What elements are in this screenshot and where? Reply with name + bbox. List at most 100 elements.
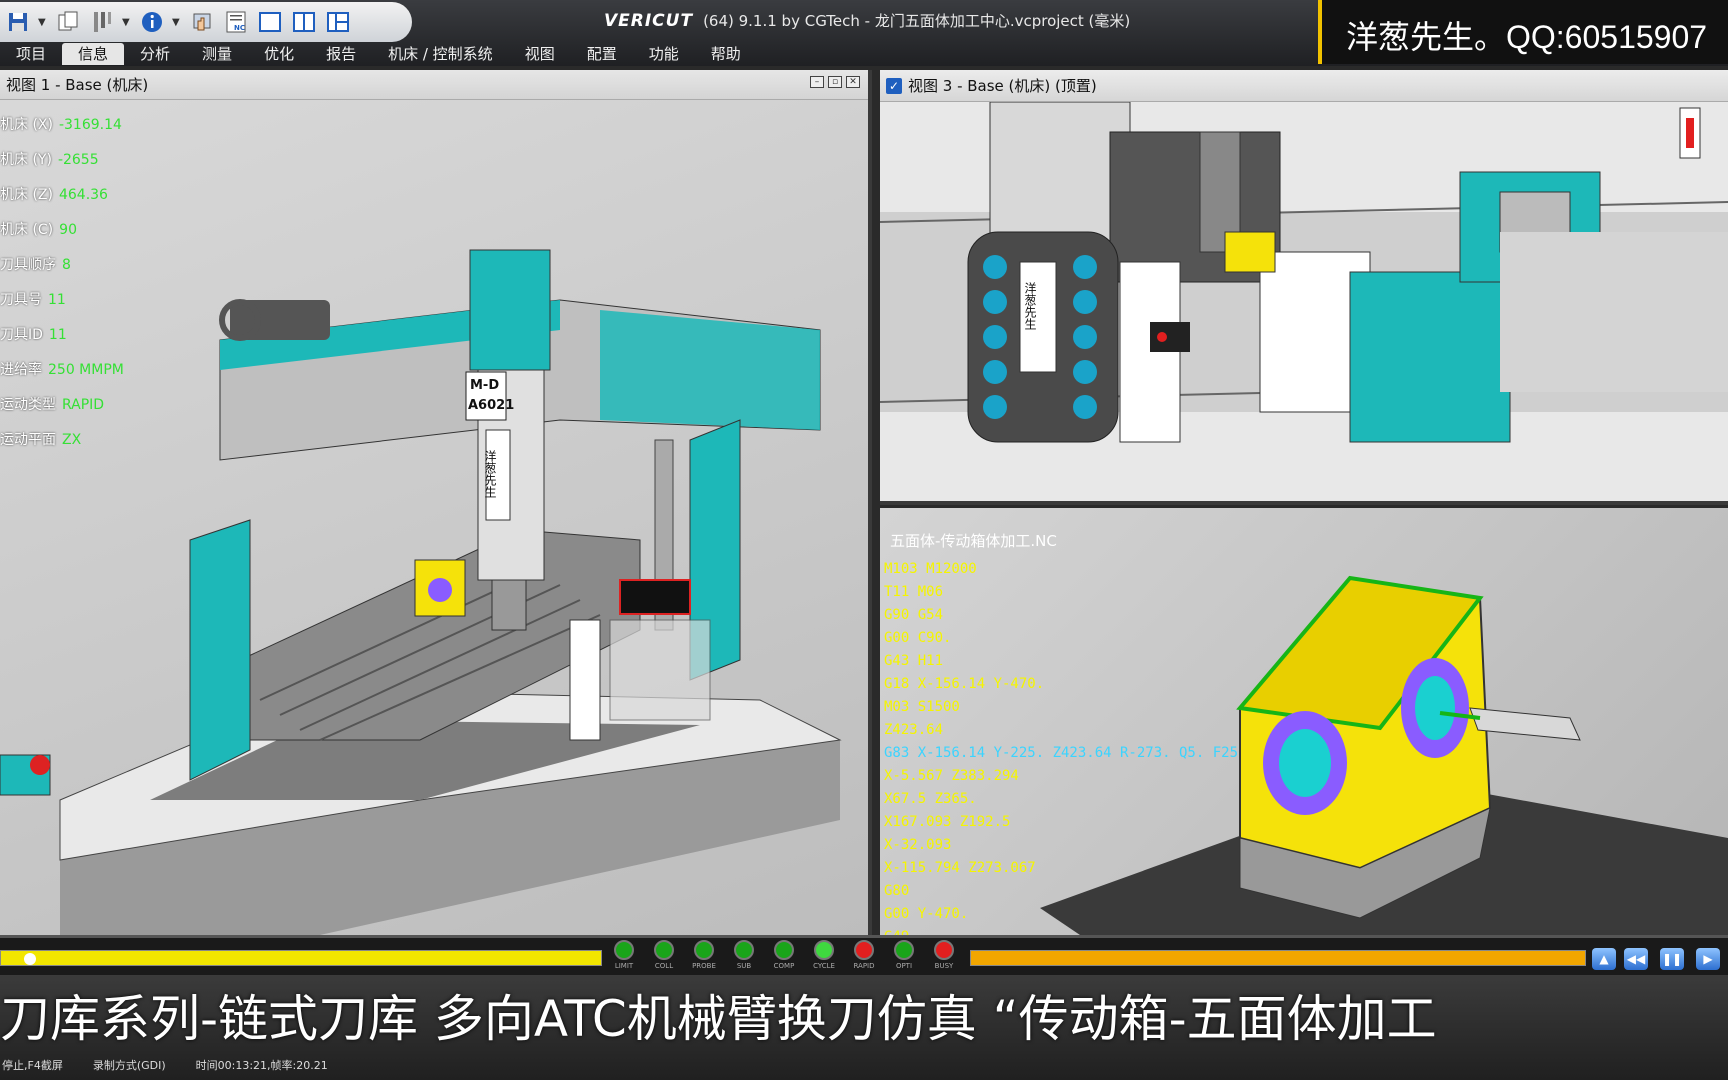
atc-indicator	[1157, 332, 1167, 342]
status-led-dot	[654, 940, 674, 960]
video-subtitle: 刀库系列-链式刀库 多向ATC机械臂换刀仿真 “传动箱-五面体加工	[0, 990, 1437, 1048]
menu-item-7[interactable]: 视图	[509, 43, 571, 65]
table-surface	[1500, 232, 1728, 392]
nc-line[interactable]: X-5.567 Z383.294	[884, 765, 1255, 788]
chevron-down-icon[interactable]: ▼	[122, 17, 132, 28]
recorder-stop-hint[interactable]: 停止,F4截屏	[2, 1057, 63, 1073]
nc-program-panel[interactable]: 五面体-传动箱体加工.NC M103 M12000 T11 M06 G90 G54 G…	[880, 508, 1728, 945]
minimize-icon[interactable]: –	[810, 76, 824, 88]
spindle-label-2: A6021	[468, 398, 514, 413]
status-led: COMP	[772, 940, 796, 970]
nc-code-listing[interactable]: M103 M12000 T11 M06 G90 G54 G00 C90. G43 H11…	[884, 558, 1255, 949]
menu-item-1[interactable]: 信息	[62, 43, 125, 65]
menu-item-3[interactable]: 测量	[186, 43, 248, 65]
readout-row: 机床 (C) 90	[0, 219, 124, 254]
top-view-3d[interactable]: 洋葱先生	[880, 102, 1728, 505]
readout-label: 刀具顺序	[0, 257, 56, 273]
svg-text:NC: NC	[234, 24, 245, 32]
control-screen	[619, 579, 691, 615]
copy-icon[interactable]	[54, 8, 82, 36]
hand-icon[interactable]	[188, 8, 216, 36]
status-led-label: RAPID	[853, 962, 875, 970]
multi-view-icon[interactable]	[324, 8, 352, 36]
nc-line[interactable]: G00 C90.	[884, 627, 1255, 650]
nc-line[interactable]: G00 Y-470.	[884, 903, 1255, 926]
tool-shank	[1469, 707, 1581, 741]
pause-icon[interactable]: ❚❚	[1660, 948, 1684, 970]
menu-item-0[interactable]: 项目	[0, 43, 62, 65]
nc-line[interactable]: T11 M06	[884, 581, 1255, 604]
info-icon[interactable]	[138, 8, 166, 36]
view-3-title: 视图 3 - Base (机床) (顶置)	[908, 76, 1097, 95]
nc-program-icon[interactable]: NC	[222, 8, 250, 36]
nc-line[interactable]: G18 X-156.14 Y-470.	[884, 673, 1255, 696]
restore-icon[interactable]: ▫	[828, 76, 842, 88]
menu-item-6[interactable]: 机床 / 控制系统	[372, 43, 509, 65]
conveyor-motor	[30, 755, 50, 775]
readout-label: 机床 (X)	[0, 117, 53, 133]
status-led-label: SUB	[736, 962, 752, 970]
cable-chain	[230, 300, 330, 340]
readout-row: 运动类型 RAPID	[0, 394, 124, 429]
play-icon[interactable]: ▶	[1696, 948, 1720, 970]
nc-line[interactable]: X67.5 Z365.	[884, 788, 1255, 811]
readout-value: RAPID	[62, 397, 105, 413]
nc-line[interactable]: X-115.794 Z273.067	[884, 857, 1255, 880]
nc-line[interactable]: X167.093 Z192.5	[884, 811, 1255, 834]
readout-value: -3169.14	[58, 117, 122, 133]
status-led: LIMIT	[612, 940, 636, 970]
simulation-progress-track[interactable]	[0, 950, 602, 966]
status-led-dot	[734, 940, 754, 960]
tool-manager-icon[interactable]	[88, 8, 116, 36]
nc-line[interactable]: G80	[884, 880, 1255, 903]
readout-label: 刀具ID	[0, 327, 43, 343]
nc-line[interactable]: Z423.64	[884, 719, 1255, 742]
machine-readouts: 机床 (X) -3169.14 机床 (Y) -2655 机床 (Z) 464.36 机床 …	[0, 114, 124, 464]
status-light-red	[1686, 118, 1694, 148]
animation-speed-track[interactable]	[970, 950, 1586, 966]
menu-item-8[interactable]: 配置	[571, 43, 633, 65]
menu-item-2[interactable]: 分析	[124, 43, 186, 65]
status-led: CYCLE	[812, 940, 836, 970]
single-view-icon[interactable]	[256, 8, 284, 36]
nc-line[interactable]: M103 M12000	[884, 558, 1255, 581]
menu-item-5[interactable]: 报告	[310, 43, 372, 65]
step-icon[interactable]: ▲	[1592, 948, 1616, 970]
nc-line[interactable]: G83 X-156.14 Y-225. Z423.64 R-273. Q5. F…	[884, 742, 1255, 765]
readout-row: 运动平面 ZX	[0, 429, 124, 464]
nc-line[interactable]: G43 H11	[884, 650, 1255, 673]
readout-label: 机床 (C)	[0, 222, 54, 238]
status-led-dot	[814, 940, 834, 960]
tool-path	[1439, 711, 1481, 720]
nc-line[interactable]: G90 G54	[884, 604, 1255, 627]
status-led-label: COLL	[654, 962, 674, 970]
nc-line[interactable]: M03 S1500	[884, 696, 1255, 719]
status-led-label: OPTI	[895, 962, 913, 970]
nc-line[interactable]: X-32.093	[884, 834, 1255, 857]
status-led-dot	[694, 940, 714, 960]
simulation-bar: LIMIT COLL PROBE SUB COMP CYCLE RAPID OPTI BUSY …	[0, 935, 1728, 975]
rewind-icon[interactable]: ◀◀	[1624, 948, 1648, 970]
two-view-icon[interactable]	[290, 8, 318, 36]
chevron-down-icon[interactable]: ▼	[172, 17, 182, 28]
tool-magazine-cage	[609, 619, 711, 721]
chevron-down-icon[interactable]: ▼	[38, 17, 48, 28]
close-icon[interactable]: ✕	[846, 76, 860, 88]
menu-item-9[interactable]: 功能	[633, 43, 695, 65]
readout-value: 90	[59, 222, 77, 238]
window-title-text: (64) 9.1.1 by CGTech - 龙门五面体加工中心.vcproje…	[703, 12, 1131, 30]
machine-3d-view[interactable]: M-D A6021 洋葱先生	[0, 100, 872, 935]
view-1-title: 视图 1 - Base (机床)	[6, 76, 149, 94]
menu-item-10[interactable]: 帮助	[695, 43, 757, 65]
menu-item-4[interactable]: 优化	[248, 43, 310, 65]
simulation-progress-knob[interactable]	[24, 953, 36, 965]
quick-access-toolbar: ▼ ▼ ▼ NC	[0, 2, 412, 42]
view-3-panel[interactable]: ✓ 视图 3 - Base (机床) (顶置) 洋葱先生	[880, 70, 1728, 505]
view-1-panel[interactable]: 视图 1 - Base (机床) – ▫ ✕ M-D A6021 洋葱先生 机床…	[0, 70, 872, 935]
status-led: OPTI	[892, 940, 916, 970]
readout-row: 机床 (Y) -2655	[0, 149, 124, 184]
readout-value: 11	[48, 292, 66, 308]
save-icon[interactable]	[4, 8, 32, 36]
watermark-overlay: 洋葱先生。QQ:60515907	[1318, 0, 1728, 64]
view-checkbox[interactable]: ✓	[886, 77, 902, 94]
